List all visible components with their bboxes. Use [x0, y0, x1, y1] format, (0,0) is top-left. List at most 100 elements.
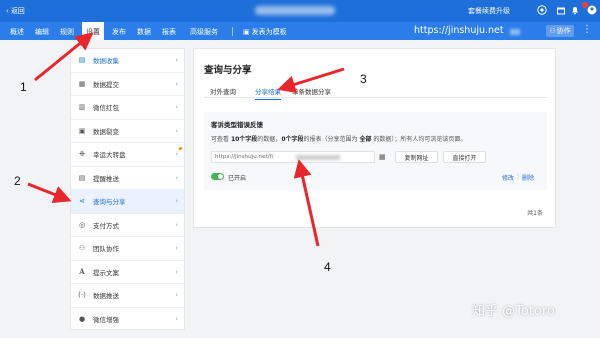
qrcode-icon[interactable]: ▦	[379, 153, 386, 161]
sidebar-item-wechat[interactable]: ● 微信增强 ›	[71, 308, 184, 332]
chevron-right-icon: ›	[175, 315, 178, 324]
upgrade-link[interactable]: 套餐续费升级	[468, 6, 510, 16]
sidebar-item-query-share[interactable]: ⋖ 查询与分享 ›	[71, 190, 184, 214]
sidebar-item-red-packet[interactable]: ▥ 微信红包 ›	[71, 96, 184, 120]
clipboard-icon: ▤	[78, 56, 86, 65]
chevron-right-icon: ›	[175, 173, 178, 182]
arrow-2	[27, 182, 72, 203]
share-toggle[interactable]	[211, 173, 224, 180]
submit-icon: ▦	[78, 79, 86, 88]
watermark: 知乎 @Totoro	[472, 304, 555, 319]
tab-single-record-share[interactable]: 单条数据分享	[292, 86, 331, 96]
annotation-3: 3	[360, 72, 367, 86]
sidebar-item-data-submit[interactable]: ▦ 数据提交 ›	[71, 73, 184, 96]
chevron-right-icon: ›	[175, 150, 178, 159]
delete-link[interactable]: 删除	[522, 173, 534, 182]
sidebar-item-payment[interactable]: ◎ 支付方式 ›	[71, 214, 184, 237]
edit-link[interactable]: 修改	[502, 173, 514, 182]
page-title: 查询与分享	[204, 65, 252, 76]
more-icon[interactable]: ⋮	[582, 24, 592, 35]
red-packet-icon: ▥	[78, 103, 86, 112]
avatar-icon[interactable]	[586, 4, 598, 16]
sidebar-item-tip-text[interactable]: A 提示文案 ›	[71, 261, 184, 284]
share-url-field[interactable]: https://jinshuju.net/f/	[211, 151, 375, 163]
collab-label: 协作	[556, 27, 571, 35]
open-directly-button[interactable]: 直接打开	[443, 151, 486, 163]
publish-template-button[interactable]: ▣ 发表为模板	[243, 27, 287, 37]
reminder-icon: ▤	[78, 173, 86, 182]
sidebar-item-label: 数据推送	[93, 292, 119, 301]
tab-advanced[interactable]: 高级服务	[190, 27, 218, 37]
chevron-right-icon: ›	[175, 56, 178, 65]
users-icon: ⚇	[549, 27, 556, 35]
collab-button[interactable]: ⚇ 协作	[546, 25, 574, 37]
tab-publish[interactable]: 发布	[112, 27, 126, 37]
sidebar-item-data-push[interactable]: (·) 数据推送 ›	[71, 284, 184, 308]
push-icon: (·)	[78, 291, 86, 300]
share-card-title: 客诉类型错误反馈	[211, 121, 263, 129]
sidebar-item-label: 微信红包	[93, 104, 119, 113]
sidebar-item-label: 数据收集	[93, 57, 119, 66]
toggle-status-label: 已开启	[228, 175, 247, 182]
new-dot	[179, 147, 182, 150]
share-url-blurred	[296, 155, 340, 160]
chevron-right-icon: ›	[175, 197, 178, 206]
tab-settings[interactable]: 设置	[82, 22, 104, 40]
sidebar-item-label: 数据裂变	[93, 127, 119, 136]
tab-edit[interactable]: 编辑	[35, 27, 49, 37]
fission-icon: ▣	[78, 126, 86, 135]
gift-icon[interactable]	[555, 4, 567, 16]
total-count: 共1条	[527, 210, 543, 217]
share-icon: ⋖	[79, 197, 85, 206]
sidebar-item-data-fission[interactable]: ▣ 数据裂变 ›	[71, 120, 184, 143]
sidebar-item-label: 团队协作	[93, 245, 119, 254]
help-icon[interactable]	[536, 4, 548, 16]
tab-share-results[interactable]: 分享结果	[255, 86, 281, 100]
chevron-right-icon: ›	[175, 79, 178, 88]
chevron-right-icon: ›	[175, 103, 178, 112]
share-card-description: 可查看 10个字段的数据，0个字段的报表（分享范围为 全部 的数据）；所有人均可…	[211, 136, 467, 143]
annotation-1: 1	[20, 80, 27, 94]
sidebar-item-label: 幸运大转盘	[93, 151, 126, 160]
template-icon: ▣	[243, 28, 250, 36]
sidebar-item-team[interactable]: ⚇ 团队协作 ›	[71, 237, 184, 261]
form-url-blurred	[510, 29, 520, 35]
sidebar-item-label: 数据提交	[93, 80, 119, 89]
form-url[interactable]: https://jinshuju.net	[414, 25, 504, 36]
settings-sidebar: ▤ 数据收集 › ▦ 数据提交 › ▥ 微信红包 › ▣ 数据裂变 › ❉ 幸运…	[70, 48, 185, 330]
sidebar-item-data-collection[interactable]: ▤ 数据收集 ›	[71, 49, 184, 73]
sidebar-item-label: 支付方式	[93, 221, 119, 230]
annotation-4: 4	[324, 260, 331, 274]
team-icon: ⚇	[78, 244, 86, 253]
tab-rules[interactable]: 规则	[60, 27, 74, 37]
share-url-text: https://jinshuju.net/f/	[215, 154, 274, 160]
link-divider: |	[517, 173, 520, 180]
back-button[interactable]: ‹ 返回	[6, 6, 25, 16]
sidebar-item-label: 微信增强	[93, 316, 119, 325]
main-nav: 概述 编辑 规则 设置 发布 数据 报表 高级服务 ▣ 发表为模板 https:…	[0, 22, 600, 40]
sidebar-item-label: 提示文案	[93, 268, 119, 277]
tab-overview[interactable]: 概述	[10, 27, 24, 37]
tab-data[interactable]: 数据	[137, 27, 151, 37]
back-label: 返回	[10, 7, 25, 15]
nav-divider	[232, 27, 233, 36]
annotation-2: 2	[14, 174, 21, 188]
wechat-icon: ●	[78, 315, 86, 324]
tab-external-query[interactable]: 对外查询	[210, 86, 236, 96]
publish-template-label: 发表为模板	[251, 28, 287, 36]
chevron-right-icon: ›	[175, 244, 178, 253]
form-title-blurred	[255, 6, 335, 15]
chevron-right-icon: ›	[175, 220, 178, 229]
tab-reports[interactable]: 报表	[162, 27, 176, 37]
sidebar-item-lucky-wheel[interactable]: ❉ 幸运大转盘 ›	[71, 143, 184, 167]
chevron-right-icon: ›	[175, 126, 178, 135]
chevron-right-icon: ›	[175, 291, 178, 300]
sidebar-item-label: 查询与分享	[93, 198, 126, 207]
query-share-panel: 查询与分享 对外查询 分享结果 单条数据分享 客诉类型错误反馈 可查看 10个字…	[193, 48, 556, 228]
text-icon: A	[79, 267, 85, 277]
sidebar-item-reminder[interactable]: ▤ 提醒推送 ›	[71, 167, 184, 190]
top-bar: ‹ 返回 套餐续费升级	[0, 0, 600, 22]
sidebar-item-label: 提醒推送	[93, 174, 119, 183]
bell-icon[interactable]	[569, 4, 581, 16]
copy-url-button[interactable]: 复制网址	[395, 151, 438, 163]
